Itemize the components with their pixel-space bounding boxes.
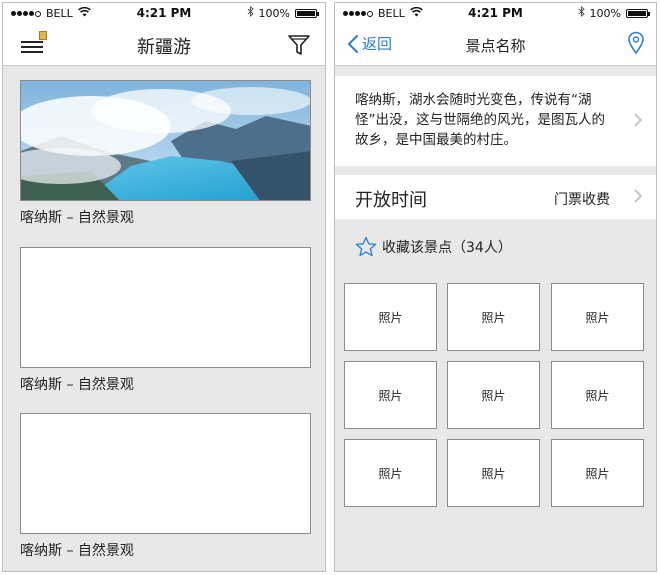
image-placeholder: [20, 247, 311, 368]
photo-tile[interactable]: 照片: [447, 439, 540, 507]
star-icon: [355, 236, 377, 257]
nav-bar: 返回 景点名称: [335, 23, 656, 66]
opening-hours-row[interactable]: 开放时间 门票收费: [335, 175, 656, 219]
filter-icon[interactable]: [287, 33, 311, 57]
photo-tile[interactable]: 照片: [344, 361, 437, 429]
status-bar: BELL 4:21 PM 100%: [335, 3, 656, 23]
battery-percent: 100%: [589, 6, 621, 20]
opening-hours-label: 开放时间: [355, 190, 427, 211]
battery-fill: [297, 10, 315, 16]
card-caption: 喀纳斯 – 自然景观: [20, 210, 134, 226]
battery-fill: [628, 10, 646, 16]
card-caption: 喀纳斯 – 自然景观: [20, 543, 134, 559]
nav-bar: 新疆游: [3, 23, 325, 66]
photo-tile[interactable]: 照片: [551, 283, 644, 351]
home-screen: BELL 4:21 PM 100% 新疆游 喀纳斯 – 自然景观 喀纳斯 – 自…: [2, 2, 326, 572]
location-pin-icon[interactable]: [626, 31, 646, 55]
description-text: 喀纳斯，湖水会随时光变色，传说有“湖怪”出没，这与世隔绝的风光，是图瓦人的故乡，…: [355, 92, 605, 148]
status-bar: BELL 4:21 PM 100%: [3, 3, 325, 23]
image-placeholder: [20, 413, 311, 534]
chevron-right-icon: [634, 189, 642, 203]
battery-icon: [626, 8, 650, 18]
chevron-right-icon: [634, 113, 642, 127]
photo-tile[interactable]: 照片: [551, 439, 644, 507]
photo-tile[interactable]: 照片: [551, 361, 644, 429]
scenic-card[interactable]: 喀纳斯 – 自然景观: [20, 413, 311, 560]
favorite-label: 收藏该景点（34人）: [382, 240, 512, 256]
photo-tile[interactable]: 照片: [447, 361, 540, 429]
scenic-card[interactable]: 喀纳斯 – 自然景观: [20, 80, 311, 227]
bluetooth-icon: [578, 5, 585, 20]
detail-screen: BELL 4:21 PM 100% 返回 景点名称 喀纳斯，湖水会随时光变色，传…: [334, 2, 657, 572]
battery-icon: [295, 8, 319, 18]
photo-tile[interactable]: 照片: [447, 283, 540, 351]
description-row[interactable]: 喀纳斯，湖水会随时光变色，传说有“湖怪”出没，这与世隔绝的风光，是图瓦人的故乡，…: [335, 76, 656, 166]
photo-tile[interactable]: 照片: [344, 283, 437, 351]
page-title: 景点名称: [465, 37, 526, 55]
photo-tile[interactable]: 照片: [344, 439, 437, 507]
lake-landscape-photo: [20, 80, 311, 201]
card-caption: 喀纳斯 – 自然景观: [20, 377, 134, 393]
battery-percent: 100%: [258, 6, 290, 20]
page-title: 新疆游: [137, 37, 191, 58]
scenic-card[interactable]: 喀纳斯 – 自然景观: [20, 247, 311, 394]
ticket-fee-label: 门票收费: [554, 192, 610, 208]
bluetooth-icon: [247, 5, 254, 20]
favorite-button[interactable]: 收藏该景点（34人）: [355, 236, 512, 258]
